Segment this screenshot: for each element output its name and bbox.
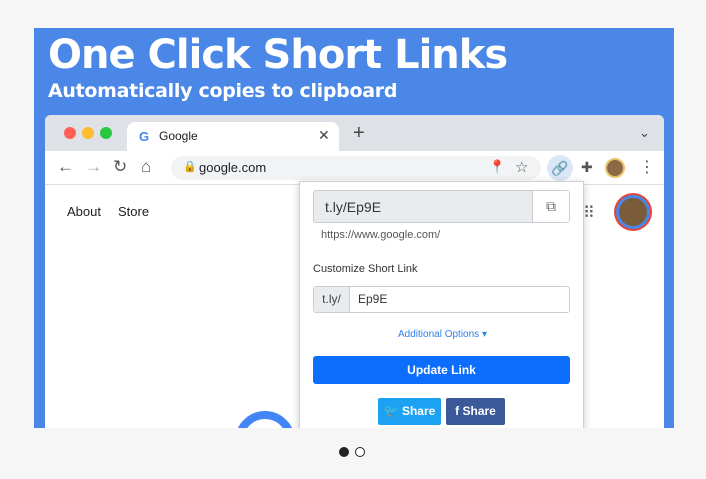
customize-label: Customize Short Link [313,263,418,275]
slug-input[interactable]: Ep9E [358,292,387,306]
headline: One Click Short Links [48,32,508,78]
bookmark-star-icon[interactable]: ☆ [515,158,528,176]
account-avatar[interactable] [616,195,650,229]
tab-title: Google [159,129,198,143]
tab-google[interactable]: G Google ✕ [127,122,339,151]
tab-bar: G Google ✕ + ⌄ [45,115,664,151]
clipboard-icon: ⧉ [546,198,556,214]
carousel-dot-active[interactable] [339,447,349,457]
close-window-button[interactable] [64,127,76,139]
address-url[interactable]: google.com [199,160,266,175]
slug-prefix: t.ly/ [314,287,350,312]
more-menu-icon[interactable]: ⋮ [639,157,655,177]
browser-toolbar: ← → ↻ ⌂ 🔒 google.com 📍 ☆ 🔗 ✚ ⋮ [45,151,664,185]
carousel-slide: One Click Short Links Automatically copi… [0,0,706,479]
back-icon[interactable]: ← [57,157,74,177]
google-logo-fragment [222,398,308,428]
short-link-value: t.ly/Ep9E [325,199,382,215]
tab-search-icon[interactable]: ⌄ [639,125,650,141]
carousel-dot[interactable] [355,447,365,457]
copy-button[interactable]: ⧉ [532,191,569,222]
browser-window: G Google ✕ + ⌄ ← → ↻ ⌂ 🔒 google.com 📍 ☆ [45,115,664,428]
location-icon[interactable]: 📍 [489,159,505,175]
custom-slug-input-group: t.ly/ Ep9E [313,286,570,313]
subheadline: Automatically copies to clipboard [48,80,398,102]
update-link-button[interactable]: Update Link [313,356,570,384]
google-favicon-icon: G [139,129,150,144]
home-icon[interactable]: ⌂ [141,157,151,177]
short-link-popup: t.ly/Ep9E ⧉ https://www.google.com/ Cust… [299,181,584,428]
store-link[interactable]: Store [118,204,149,219]
forward-icon[interactable]: → [85,157,102,177]
new-tab-button[interactable]: + [353,122,365,145]
about-link[interactable]: About [67,204,101,219]
promo-banner: One Click Short Links Automatically copi… [34,28,674,428]
profile-avatar[interactable] [605,158,625,178]
short-link-field[interactable]: t.ly/Ep9E ⧉ [313,190,570,223]
lock-icon[interactable]: 🔒 [183,160,197,173]
extensions-puzzle-icon[interactable]: ✚ [581,159,593,176]
apps-grid-icon[interactable]: ⠿ [583,203,596,223]
minimize-window-button[interactable] [82,127,94,139]
original-url: https://www.google.com/ [321,229,441,241]
facebook-share-button[interactable]: f Share [446,398,505,425]
additional-options-toggle[interactable]: Additional Options ▾ [300,329,585,340]
twitter-share-button[interactable]: 🐦 Share [378,398,441,425]
reload-icon[interactable]: ↻ [113,157,127,177]
address-bar[interactable]: 🔒 google.com 📍 ☆ [171,156,541,180]
tab-close-icon[interactable]: ✕ [318,127,330,144]
short-link-extension-icon[interactable]: 🔗 [547,155,573,181]
maximize-window-button[interactable] [100,127,112,139]
